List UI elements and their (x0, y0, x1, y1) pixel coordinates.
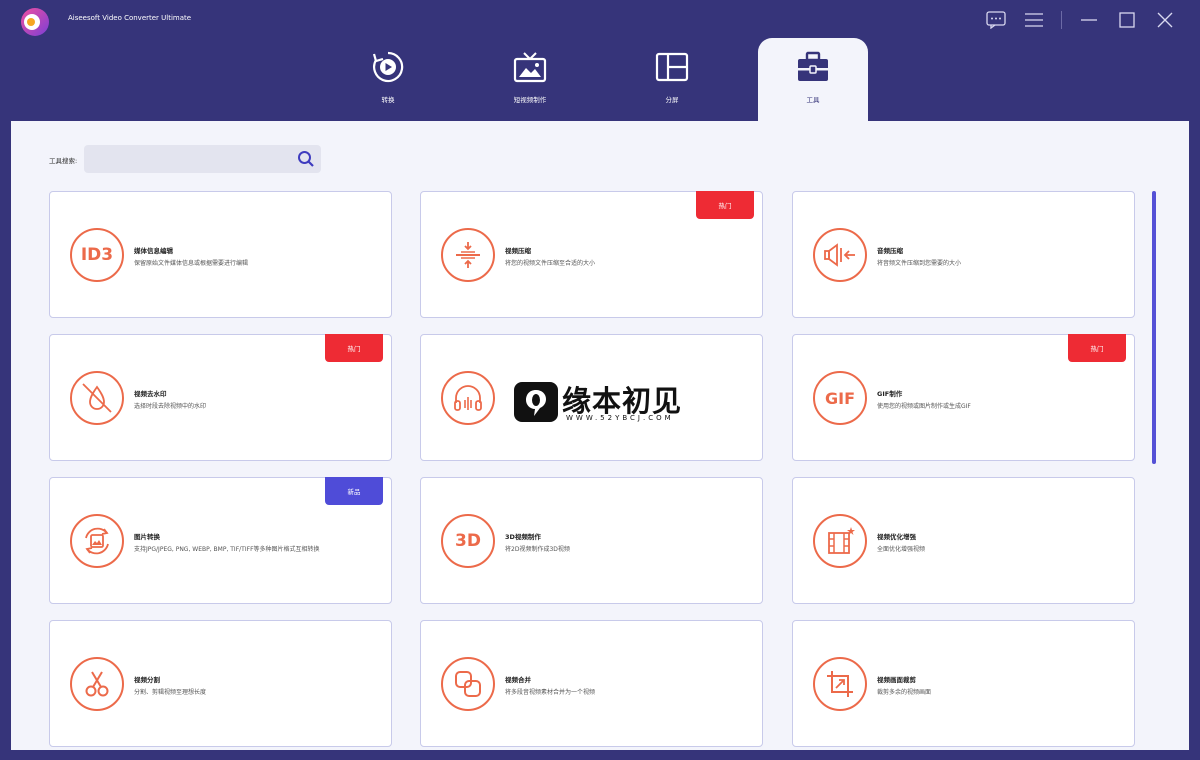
maximize-icon (1119, 12, 1135, 28)
tool-card-watermark-remover[interactable]: 热门 视频去水印 选择时段去除视频中的水印 (49, 334, 392, 461)
hot-badge: 热门 (696, 191, 754, 219)
tool-title: 3D视频制作 (505, 533, 541, 541)
tab-mv[interactable]: 短视频制作 (475, 38, 585, 122)
crop-icon (813, 657, 867, 711)
feedback-button[interactable] (977, 10, 1015, 30)
tool-card-gif-maker[interactable]: 热门 GIF GIF制作 使用您的视频或图片制作或生成GIF (792, 334, 1135, 461)
new-badge: 新品 (325, 477, 383, 505)
tool-title: 图片转换 (134, 533, 160, 541)
tool-description: 将2D视频制作成3D视频 (505, 546, 570, 553)
toolbox-icon (798, 51, 828, 81)
collage-icon (655, 52, 689, 82)
tool-card-video-splitter[interactable]: 视频分割 分割、剪辑视频至理想长度 (49, 620, 392, 747)
tool-card-video-merger[interactable]: 视频合并 将多段音视频素材合并为一个视频 (420, 620, 763, 747)
tool-description: 选择时段去除视频中的水印 (134, 403, 207, 410)
convert-icon (372, 51, 404, 83)
tool-card-video-enhancer[interactable]: 视频优化增强 全面优化增强视频 (792, 477, 1135, 604)
tool-description: 使用您的视频或图片制作或生成GIF (877, 403, 971, 410)
tool-title: 视频压缩 (505, 247, 531, 255)
watermark-logo-icon (514, 382, 558, 422)
minimize-button[interactable] (1070, 10, 1108, 30)
app-logo-icon (21, 8, 49, 36)
headphone-icon (441, 371, 495, 425)
close-icon (1157, 12, 1173, 28)
compress-icon (441, 228, 495, 282)
tool-card-3d-maker[interactable]: 3D 3D视频制作 将2D视频制作成3D视频 (420, 477, 763, 604)
feedback-icon (986, 11, 1006, 29)
mv-icon (513, 52, 547, 83)
watermark: 缘本初见 WWW.52YBCJ.COM (514, 380, 694, 424)
tool-description: 保留原始文件媒体信息或根据需要进行编辑 (134, 260, 249, 267)
tool-description: 全面优化增强视频 (877, 546, 926, 553)
maximize-button[interactable] (1108, 10, 1146, 30)
main-tabs: 转换 短视频制作 分屏 工具 (0, 38, 1200, 122)
tool-title: 视频去水印 (134, 390, 167, 398)
tool-title: 视频优化增强 (877, 533, 916, 541)
tab-label: 短视频制作 (513, 96, 547, 104)
tool-title: 音频压缩 (877, 247, 903, 255)
title-bar: Aiseesoft Video Converter Ultimate (0, 0, 1200, 40)
tool-title: 视频画面裁剪 (877, 676, 916, 684)
tool-card-audio-compressor[interactable]: 音频压缩 将音频文件压缩到您需要的大小 (792, 191, 1135, 318)
search-label: 工具搜索: (49, 157, 78, 165)
search-input[interactable] (84, 145, 321, 173)
close-button[interactable] (1146, 10, 1184, 30)
scissors-icon (70, 657, 124, 711)
tool-description: 裁剪多余的视频画面 (877, 689, 932, 696)
scrollbar[interactable] (1152, 191, 1156, 464)
bottom-border (0, 750, 1200, 760)
image-convert-icon (70, 514, 124, 568)
tool-description: 将您的视频文件压缩至合适的大小 (505, 260, 596, 267)
audio-compress-icon (813, 228, 867, 282)
tool-title: GIF制作 (877, 390, 903, 398)
3d-icon: 3D (441, 514, 495, 568)
tool-card-media-metadata[interactable]: ID3 媒体信息编辑 保留原始文件媒体信息或根据需要进行编辑 (49, 191, 392, 318)
tab-label: 工具 (806, 96, 820, 104)
tool-description: 分割、剪辑视频至理想长度 (134, 689, 207, 696)
watermark-url: WWW.52YBCJ.COM (566, 414, 674, 422)
tool-title: 视频合并 (505, 676, 531, 684)
tool-description: 支持JPG/JPEG, PNG, WEBP, BMP, TIF/TIFF等多种图… (134, 546, 320, 553)
toolbox-panel: 工具搜索: ID3 媒体信息编辑 保留原始文件媒体信息或根据需要进行编辑 热门 (11, 121, 1189, 750)
divider (1061, 11, 1062, 29)
minimize-icon (1081, 19, 1097, 21)
watermark-remove-icon (70, 371, 124, 425)
hot-badge: 热门 (1068, 334, 1126, 362)
hot-badge: 热门 (325, 334, 383, 362)
tab-convert[interactable]: 转换 (333, 38, 443, 122)
tab-label: 转换 (381, 96, 395, 104)
tool-card-video-cropper[interactable]: 视频画面裁剪 裁剪多余的视频画面 (792, 620, 1135, 747)
tool-description: 将多段音视频素材合并为一个视频 (505, 689, 596, 696)
tool-title: 视频分割 (134, 676, 160, 684)
search-icon[interactable] (297, 150, 315, 168)
menu-icon (1025, 13, 1043, 27)
tab-collage[interactable]: 分屏 (617, 38, 727, 122)
id3-icon: ID3 (70, 228, 124, 282)
tool-card-image-converter[interactable]: 新品 图片转换 支持JPG/JPEG, PNG, WEBP, BMP, TIF/… (49, 477, 392, 604)
tool-card-video-compressor[interactable]: 热门 视频压缩 将您的视频文件压缩至合适的大小 (420, 191, 763, 318)
tab-toolbox[interactable]: 工具 (758, 38, 868, 122)
tool-description: 将音频文件压缩到您需要的大小 (877, 260, 962, 267)
menu-button[interactable] (1015, 10, 1053, 30)
app-title: Aiseesoft Video Converter Ultimate (68, 14, 192, 22)
gif-icon: GIF (813, 371, 867, 425)
tool-title: 媒体信息编辑 (134, 247, 173, 255)
merge-icon (441, 657, 495, 711)
enhance-icon (813, 514, 867, 568)
tab-label: 分屏 (665, 96, 679, 104)
